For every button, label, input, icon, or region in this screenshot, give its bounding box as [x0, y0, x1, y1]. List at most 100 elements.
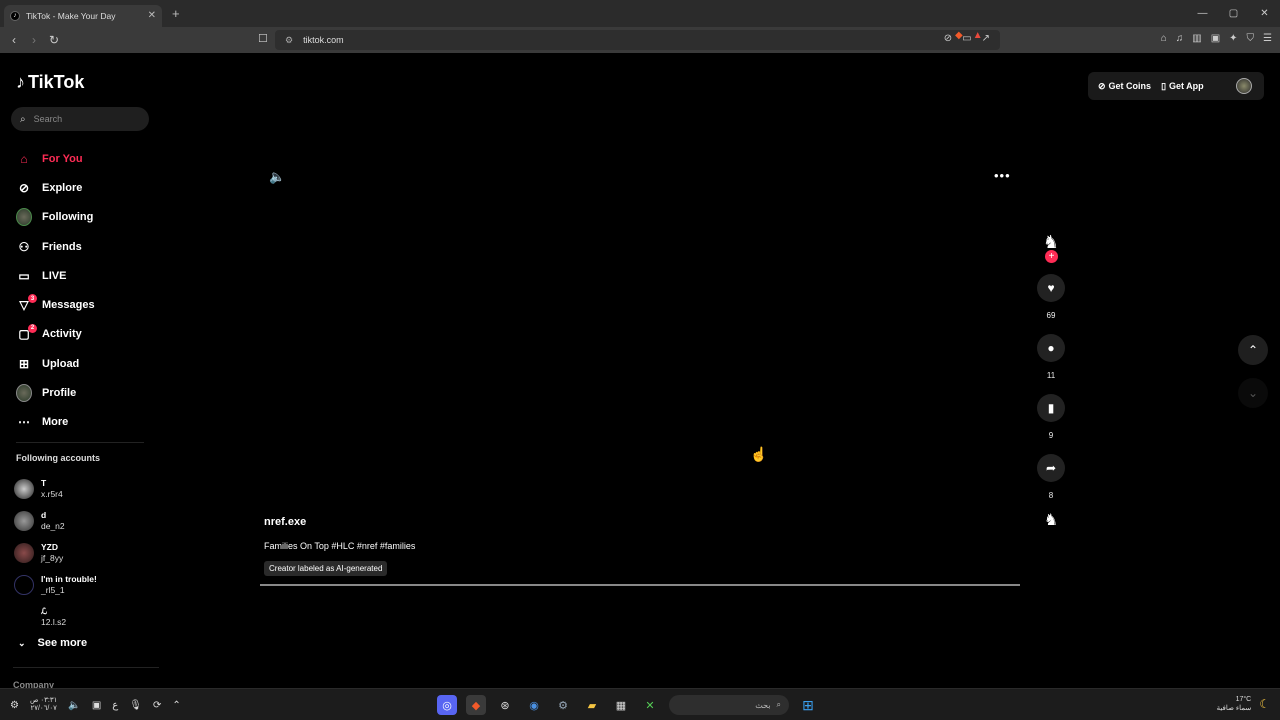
previous-video-button[interactable]: ⌃: [1238, 335, 1268, 365]
clock-date: ٢٧/٠٦/٠٧: [30, 705, 57, 712]
following-account[interactable]: T x.r5r4: [14, 473, 154, 505]
sidebar-item-upload[interactable]: ⊞ Upload: [16, 349, 156, 378]
sidebar-item-for-you[interactable]: ⌂ For You: [16, 144, 156, 173]
account-name: d: [41, 510, 47, 520]
settings-icon[interactable]: ⚙: [10, 700, 19, 711]
site-info-icon[interactable]: ⚙: [285, 35, 293, 46]
account-name: T: [41, 478, 47, 488]
media-icon[interactable]: ♫: [1176, 33, 1184, 44]
video-author[interactable]: nref.exe: [264, 516, 306, 528]
sidebar-item-label: LIVE: [42, 269, 67, 282]
coin-icon: ⊘: [1098, 80, 1106, 91]
sidebar-icon[interactable]: ▥: [1192, 33, 1201, 44]
account-name: ℒ: [41, 606, 48, 616]
forward-icon[interactable]: ›: [24, 33, 44, 47]
sidebar-item-live[interactable]: ▭ LIVE: [16, 261, 156, 290]
follow-plus-icon[interactable]: +: [1045, 250, 1058, 263]
network-icon[interactable]: ▣: [92, 700, 101, 711]
following-account[interactable]: ℒ 12.l.s2: [14, 601, 154, 633]
more-icon: ⋯: [18, 415, 30, 430]
close-window-button[interactable]: ✕: [1249, 8, 1280, 19]
sidebar-divider: [13, 667, 159, 668]
language-indicator[interactable]: ع: [112, 700, 118, 711]
new-tab-button[interactable]: +: [172, 6, 180, 21]
following-account[interactable]: I'm in trouble! _rl5_1: [14, 569, 154, 601]
hand-cursor-icon: ☝: [750, 446, 768, 462]
chevron-up-icon[interactable]: ⌃: [172, 700, 180, 711]
search-icon: ⌕: [20, 113, 26, 125]
see-more-button[interactable]: ⌄ See more: [18, 637, 87, 649]
back-icon[interactable]: ‹: [4, 33, 24, 47]
clock[interactable]: ٠٣:٣١ ص ٢٧/٠٦/٠٧: [30, 697, 57, 713]
discord-icon[interactable]: ◎: [437, 695, 457, 715]
app-icon[interactable]: ⊛: [495, 695, 515, 715]
sidebar-item-messages[interactable]: ▽ 3 Messages: [16, 290, 156, 319]
get-app-button[interactable]: ▯ Get App: [1161, 81, 1204, 92]
account-username: _rl5_1: [41, 585, 65, 595]
save-button[interactable]: ▮: [1037, 394, 1065, 422]
share-icon[interactable]: ↗: [982, 33, 990, 44]
file-explorer-icon[interactable]: ▰: [582, 695, 602, 715]
header-actions: ⊘ Get Coins ▯ Get App: [1088, 72, 1264, 100]
music-disc-icon[interactable]: ♞: [1044, 510, 1058, 530]
weather-widget[interactable]: 17°C سماء صافية ☾: [1217, 695, 1270, 713]
more-options-icon[interactable]: •••: [994, 168, 1011, 183]
sidebar-item-more[interactable]: ⋯ More: [16, 408, 156, 437]
speaker-icon[interactable]: 🔈: [68, 700, 80, 711]
search-input[interactable]: ⌕ Search: [11, 107, 149, 131]
browser-tabbar: ♪ TikTok - Make Your Day ✕ + — ▢ ✕: [0, 0, 1280, 27]
minimize-button[interactable]: —: [1187, 8, 1218, 19]
maximize-button[interactable]: ▢: [1218, 8, 1249, 19]
steam-icon[interactable]: ⚙: [553, 695, 573, 715]
creator-avatar[interactable]: ♞ +: [1038, 232, 1064, 263]
extensions: ◆ ▲: [955, 30, 983, 41]
account-username: de_n2: [41, 521, 65, 531]
sidebar-item-explore[interactable]: ⊘ Explore: [16, 173, 156, 202]
like-button[interactable]: ♥: [1037, 274, 1065, 302]
mic-icon[interactable]: 🎙: [129, 700, 142, 711]
wallet-icon[interactable]: ▣: [1211, 33, 1220, 44]
brave-rewards-icon[interactable]: ▲: [973, 30, 983, 41]
get-coins-button[interactable]: ⊘ Get Coins: [1098, 81, 1151, 92]
browser-tab[interactable]: ♪ TikTok - Make Your Day ✕: [4, 4, 162, 27]
bookmark-icon[interactable]: ☐: [258, 32, 268, 45]
tab-close-icon[interactable]: ✕: [148, 10, 156, 21]
windows-start-icon[interactable]: ⊞: [798, 695, 818, 715]
ai-icon[interactable]: ✦: [1229, 33, 1237, 44]
live-icon: ▭: [18, 268, 30, 283]
taskbar-search[interactable]: بحث ⌕: [669, 695, 789, 715]
sidebar-item-friends[interactable]: ⚇ Friends: [16, 232, 156, 261]
url-field[interactable]: ⚙ tiktok.com ⊘ ▭ ↗: [275, 30, 1000, 50]
home-icon: ⌂: [20, 151, 28, 166]
comment-button[interactable]: ●: [1037, 334, 1065, 362]
chrome-icon[interactable]: ◉: [524, 695, 544, 715]
user-avatar[interactable]: [1236, 78, 1252, 94]
next-video-button[interactable]: ⌄: [1238, 378, 1268, 408]
store-icon[interactable]: ▦: [611, 695, 631, 715]
avatar: [14, 607, 34, 627]
brave-shield-icon[interactable]: ◆: [955, 30, 963, 41]
vpn-icon[interactable]: ⛉: [1247, 33, 1255, 44]
sync-icon[interactable]: ⟳: [153, 700, 161, 711]
chevron-up-icon: ⌃: [1247, 343, 1259, 357]
save-count: 9: [1048, 431, 1054, 440]
tiktok-logo[interactable]: ♪ TikTok: [16, 72, 84, 93]
sidebar-item-profile[interactable]: Profile: [16, 378, 156, 407]
search-placeholder: Search: [33, 114, 63, 124]
bookmark-icon: ▮: [1047, 401, 1055, 415]
sidebar-item-label: Messages: [42, 299, 95, 312]
video-actions: ♞ + ♥ 69 ● 11 ▮ 9 ➦ 8 ♞: [1036, 232, 1066, 530]
screenshot-icon[interactable]: ⌂: [1161, 33, 1167, 44]
following-account[interactable]: YZD jf_8yy: [14, 537, 154, 569]
following-account[interactable]: d de_n2: [14, 505, 154, 537]
volume-icon[interactable]: 🔈: [269, 169, 285, 185]
translate-icon[interactable]: ⊘: [944, 33, 952, 44]
brave-icon[interactable]: ◆: [466, 695, 486, 715]
sidebar-item-following[interactable]: Following: [16, 203, 156, 232]
sidebar-item-activity[interactable]: ▢ 2 Activity: [16, 320, 156, 349]
video-progress-bar[interactable]: [260, 584, 1020, 586]
share-button[interactable]: ➦: [1037, 454, 1065, 482]
menu-icon[interactable]: ☰: [1263, 33, 1272, 44]
reload-icon[interactable]: ↻: [44, 33, 64, 47]
xbox-icon[interactable]: ✕: [640, 695, 660, 715]
